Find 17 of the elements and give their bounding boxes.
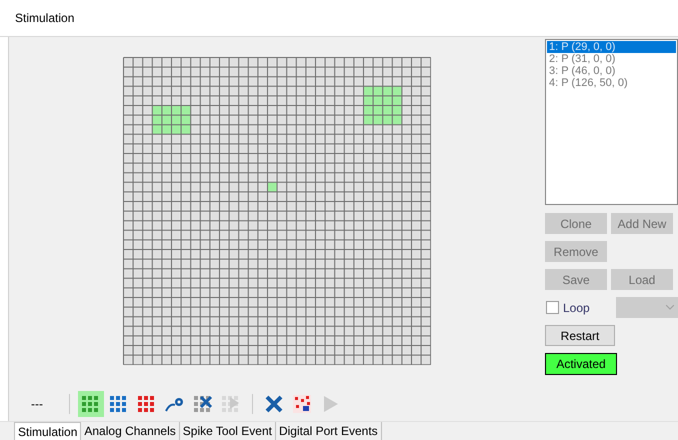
status-text: --- <box>30 396 44 413</box>
tab[interactable]: Analog Channels <box>81 422 180 440</box>
electrode-grid-drawing[interactable] <box>123 57 431 365</box>
tab[interactable]: Spike Tool Event <box>180 422 276 440</box>
tab[interactable]: Stimulation <box>14 422 82 440</box>
list-item[interactable]: 1: P (29, 0, 0) <box>547 41 676 53</box>
dot-grid-icon[interactable] <box>78 391 104 417</box>
list-item[interactable]: 2: P (31, 0, 0) <box>547 53 676 65</box>
restart-button[interactable]: Restart <box>545 325 615 346</box>
loop-checkbox[interactable] <box>546 301 559 314</box>
list-item[interactable]: 4: P (126, 50, 0) <box>547 77 676 89</box>
tab[interactable]: Digital Port Events <box>276 422 382 440</box>
activated-button[interactable]: Activated <box>545 353 617 375</box>
chevron-icon <box>666 305 674 310</box>
window-title: Stimulation <box>15 10 74 27</box>
list-item[interactable]: 3: P (46, 0, 0) <box>547 65 676 77</box>
loop-label: Loop <box>563 300 591 316</box>
